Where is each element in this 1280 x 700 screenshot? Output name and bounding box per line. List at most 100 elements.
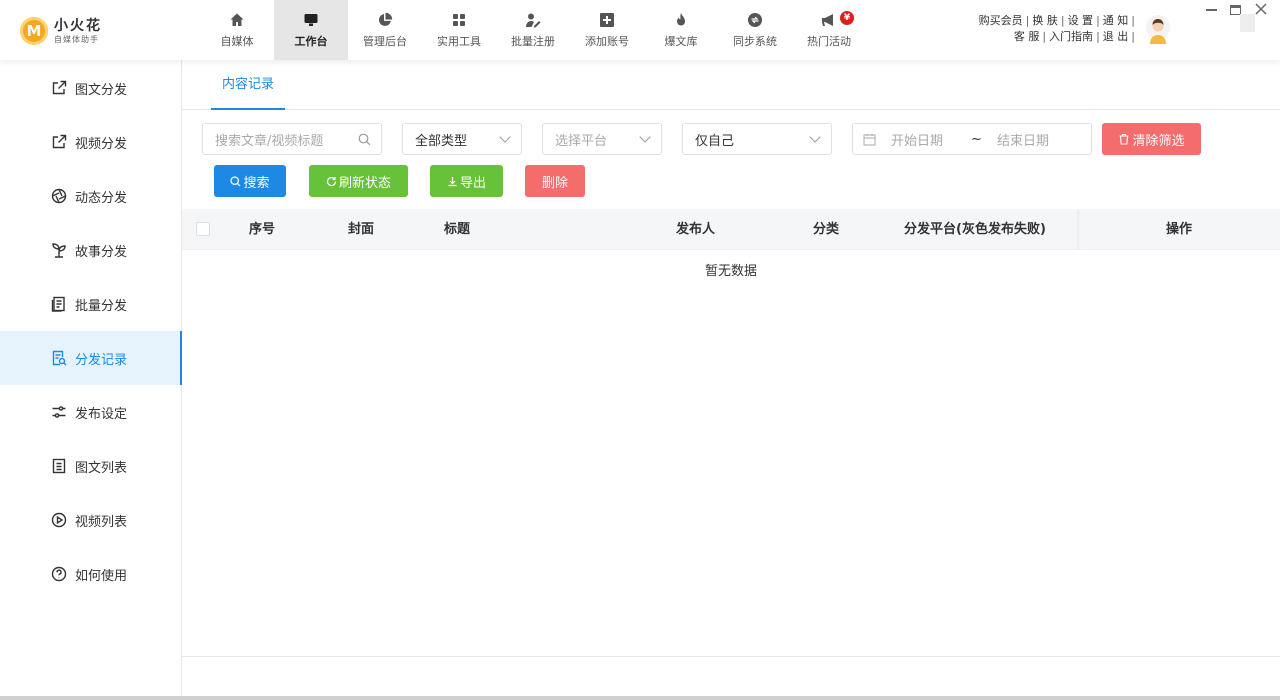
- search-icon: [358, 133, 371, 146]
- top-bar: M 小火花 自媒体助手 自媒体 工作台 管理后台 实用工具 批量注册 添加账号 …: [0, 0, 1280, 60]
- nav-label: 实用工具: [437, 34, 481, 48]
- refresh-status-button[interactable]: 刷新状态: [309, 165, 408, 197]
- buy-member-link[interactable]: 购买会员: [979, 13, 1023, 29]
- calendar-icon: [863, 133, 876, 145]
- avatar[interactable]: [1145, 14, 1171, 44]
- app-logo: M 小火花 自媒体助手: [20, 16, 102, 46]
- sidebar-item-batch-distribute[interactable]: 批量分发: [0, 277, 181, 331]
- col-index: 序号: [249, 222, 276, 237]
- skin-link[interactable]: 换 肤: [1032, 13, 1058, 29]
- user-edit-icon: [526, 13, 541, 27]
- sidebar-item-label: 故事分发: [75, 244, 128, 260]
- nav-label: 自媒体: [220, 34, 254, 48]
- nav-item-workbench[interactable]: 工作台: [274, 0, 348, 60]
- window-control-panel: [1240, 14, 1255, 32]
- plus-box-icon: [600, 12, 614, 27]
- sidebar-item-label: 分发记录: [75, 352, 128, 368]
- nav-item-admin[interactable]: 管理后台: [348, 0, 422, 60]
- pie-chart-icon: [378, 12, 393, 26]
- top-links: 购买会员 | 换 肤 | 设 置 | 通 知 | 客 服 | 入门指南 | 退 出 |: [978, 13, 1135, 45]
- search-button[interactable]: 搜索: [214, 165, 286, 197]
- col-title: 标题: [444, 222, 471, 237]
- sidebar: 图文分发 视频分发 动态分发 故事分发 批量分发 分发记录 发布设定 图文列表 …: [0, 60, 182, 700]
- search-icon: [230, 175, 241, 186]
- table-header: 序号 封面 标题 发布人 分类 分发平台(灰色发布失败) 操作: [182, 209, 1280, 250]
- sidebar-item-image-text-list[interactable]: 图文列表: [0, 439, 181, 493]
- sidebar-item-label: 如何使用: [75, 568, 128, 584]
- logo-badge: M: [20, 17, 48, 45]
- sidebar-item-label: 动态分发: [75, 190, 128, 206]
- empty-state-text: 暂无数据: [704, 264, 757, 279]
- help-circle-icon: [51, 566, 67, 582]
- grid-icon: [453, 13, 465, 26]
- col-publisher: 发布人: [676, 222, 716, 237]
- sidebar-item-how-to-use[interactable]: 如何使用: [0, 547, 181, 601]
- type-select-value: 全部类型: [415, 133, 468, 149]
- date-separator: ~: [971, 131, 982, 147]
- flame-icon: [677, 12, 685, 25]
- date-range-picker[interactable]: 开始日期 ~ 结束日期: [852, 123, 1092, 155]
- clear-filters-label: 清除筛选: [1132, 133, 1185, 149]
- external-link-icon: [52, 80, 67, 95]
- platform-select[interactable]: 选择平台: [542, 123, 662, 155]
- col-actions: 操作: [1166, 222, 1193, 237]
- chevron-down-icon: [809, 131, 821, 143]
- nav-item-tools[interactable]: 实用工具: [422, 0, 496, 60]
- sidebar-item-video-list[interactable]: 视频列表: [0, 493, 181, 547]
- col-category: 分类: [813, 222, 840, 237]
- sprout-icon: [52, 243, 66, 258]
- sidebar-item-dynamic-distribute[interactable]: 动态分发: [0, 169, 181, 223]
- sidebar-item-video-distribute[interactable]: 视频分发: [0, 115, 181, 169]
- sidebar-item-label: 发布设定: [75, 406, 128, 422]
- nav-item-batch-register[interactable]: 批量注册: [496, 0, 570, 60]
- settings-link[interactable]: 设 置: [1068, 13, 1094, 29]
- search-button-label: 搜索: [243, 175, 270, 191]
- nav-label: 批量注册: [511, 34, 555, 48]
- nav-label: 工作台: [294, 34, 328, 48]
- search-input[interactable]: 搜索文章/视频标题: [202, 123, 382, 155]
- nav-item-media[interactable]: 自媒体: [200, 0, 274, 60]
- sync-icon: [748, 12, 762, 27]
- tab-bar: 内容记录: [182, 60, 1280, 110]
- close-icon[interactable]: [1254, 2, 1268, 16]
- owner-select-value: 仅自己: [695, 133, 735, 149]
- nav-label: 管理后台: [363, 34, 407, 48]
- nav-label: 热门活动: [807, 34, 851, 48]
- notifications-link[interactable]: 通 知: [1103, 13, 1129, 29]
- select-all-checkbox[interactable]: [196, 222, 210, 236]
- sidebar-item-publish-settings[interactable]: 发布设定: [0, 385, 181, 439]
- trash-icon: [1119, 133, 1129, 145]
- minimize-icon[interactable]: [1206, 9, 1217, 11]
- hot-badge: ¥: [840, 11, 854, 25]
- sidebar-item-story-distribute[interactable]: 故事分发: [0, 223, 181, 277]
- clear-filters-button[interactable]: 清除筛选: [1102, 123, 1201, 155]
- tab-content-records[interactable]: 内容记录: [211, 60, 286, 110]
- delete-label: 删除: [541, 175, 568, 191]
- type-select[interactable]: 全部类型: [402, 123, 522, 155]
- delete-button[interactable]: 删除: [525, 165, 585, 197]
- app-subtitle: 自媒体助手: [54, 34, 99, 44]
- owner-select[interactable]: 仅自己: [682, 123, 832, 155]
- export-label: 导出: [459, 175, 486, 191]
- nav-item-sync[interactable]: 同步系统: [718, 0, 792, 60]
- col-cover: 封面: [348, 222, 375, 237]
- support-link[interactable]: 客 服: [1014, 29, 1040, 45]
- main-content: 内容记录 搜索文章/视频标题 全部类型 选择平台 仅自己 开始日期 ~ 结束日期…: [182, 60, 1280, 700]
- sidebar-item-label: 视频分发: [75, 136, 128, 152]
- nav-item-events[interactable]: ¥ 热门活动: [792, 0, 866, 60]
- home-icon: [230, 13, 244, 26]
- nav-label: 同步系统: [733, 34, 777, 48]
- logout-link[interactable]: 退 出: [1103, 29, 1129, 45]
- sidebar-item-image-text-distribute[interactable]: 图文分发: [0, 61, 181, 115]
- export-button[interactable]: 导出: [430, 165, 503, 197]
- sidebar-item-label: 图文列表: [75, 460, 128, 476]
- megaphone-icon: [822, 13, 833, 26]
- document-search-icon: [52, 350, 67, 366]
- chevron-down-icon: [499, 131, 511, 143]
- sidebar-item-distribute-records[interactable]: 分发记录: [0, 331, 182, 385]
- nav-label: 添加账号: [585, 34, 629, 48]
- nav-item-article-library[interactable]: 爆文库: [644, 0, 718, 60]
- nav-item-add-account[interactable]: 添加账号: [570, 0, 644, 60]
- guide-link[interactable]: 入门指南: [1049, 29, 1093, 45]
- platform-placeholder: 选择平台: [555, 133, 608, 149]
